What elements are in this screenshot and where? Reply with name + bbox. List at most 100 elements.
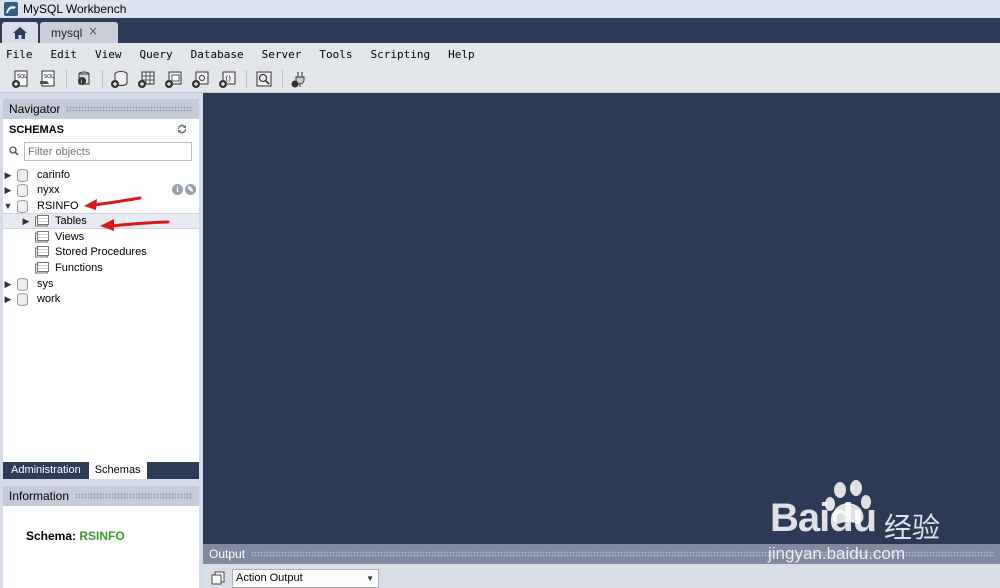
menu-view[interactable]: View bbox=[95, 48, 122, 61]
create-table-icon bbox=[138, 71, 155, 88]
navigator-tab-bar: Administration Schemas bbox=[3, 462, 199, 479]
tree-item-label: work bbox=[37, 293, 61, 305]
window-title: MySQL Workbench bbox=[23, 2, 127, 16]
close-tab-icon[interactable]: × bbox=[88, 24, 98, 38]
info-icon[interactable]: i bbox=[172, 184, 183, 195]
menu-scripting[interactable]: Scripting bbox=[370, 48, 430, 61]
menu-edit[interactable]: Edit bbox=[51, 48, 78, 61]
header-grip bbox=[66, 106, 193, 112]
create-schema-button[interactable] bbox=[109, 68, 131, 90]
database-icon bbox=[17, 199, 28, 213]
search-icon bbox=[9, 146, 19, 156]
tab-administration[interactable]: Administration bbox=[3, 462, 89, 479]
tree-item-functions[interactable]: Functions bbox=[3, 260, 199, 276]
inspector-button[interactable]: i bbox=[73, 68, 95, 90]
expand-arrow-icon[interactable]: ▶ bbox=[3, 279, 13, 290]
create-view-button[interactable] bbox=[163, 68, 185, 90]
output-title: Output bbox=[209, 547, 246, 561]
tree-item-label: Tables bbox=[55, 215, 87, 227]
information-panel: Information Schema: RSINFO bbox=[3, 486, 199, 588]
database-icon bbox=[17, 277, 28, 291]
search-table-data-button[interactable] bbox=[253, 68, 275, 90]
reconnect-button[interactable] bbox=[289, 68, 311, 90]
refresh-icon[interactable] bbox=[176, 123, 188, 135]
output-type-select[interactable]: Action Output ▼ bbox=[232, 569, 379, 588]
create-schema-icon bbox=[111, 70, 128, 88]
tab-strip: mysql × bbox=[0, 18, 1000, 43]
open-sql-script-button[interactable]: SQL bbox=[37, 68, 59, 90]
collapse-arrow-icon[interactable]: ▼ bbox=[3, 201, 13, 211]
tree-item-label: Stored Procedures bbox=[55, 246, 147, 258]
watermark-brand: Baidu bbox=[770, 496, 877, 540]
tree-item-label: carinfo bbox=[37, 169, 71, 181]
svg-text:SQL: SQL bbox=[44, 74, 54, 80]
tab-schemas[interactable]: Schemas bbox=[88, 462, 147, 479]
menu-bar: File Edit View Query Database Server Too… bbox=[0, 43, 1000, 65]
menu-query[interactable]: Query bbox=[140, 48, 173, 61]
filter-objects-input[interactable] bbox=[24, 142, 192, 161]
tab-mysql-connection[interactable]: mysql × bbox=[40, 22, 118, 43]
toolbar: SQL SQL i () bbox=[0, 65, 1000, 93]
create-table-button[interactable] bbox=[136, 68, 158, 90]
create-procedure-icon bbox=[192, 71, 209, 88]
tree-item-work[interactable]: ▶ work bbox=[3, 291, 199, 307]
tree-item-label: Views bbox=[55, 231, 85, 243]
functions-folder-icon bbox=[35, 262, 49, 274]
expand-arrow-icon[interactable]: ▶ bbox=[3, 294, 13, 305]
annotation-arrow-rsinfo bbox=[84, 196, 142, 210]
svg-text:SQL: SQL bbox=[17, 74, 27, 80]
tree-item-label: nyxx bbox=[37, 184, 60, 196]
home-icon bbox=[13, 26, 27, 39]
mysql-workbench-logo-icon bbox=[4, 2, 18, 16]
header-grip bbox=[75, 493, 193, 499]
tree-item-stored-procedures[interactable]: Stored Procedures bbox=[3, 244, 199, 260]
tree-item-carinfo[interactable]: ▶ carinfo bbox=[3, 167, 199, 183]
new-sql-tab-icon: SQL bbox=[12, 70, 28, 88]
row-actions: i ✎ bbox=[172, 184, 198, 195]
schemas-heading: SCHEMAS bbox=[9, 124, 65, 136]
toolbar-separator bbox=[66, 69, 67, 88]
edit-icon[interactable]: ✎ bbox=[185, 184, 196, 195]
database-icon bbox=[17, 168, 28, 182]
navigator-header: Navigator bbox=[3, 99, 199, 119]
reconnect-icon bbox=[291, 71, 305, 87]
search-table-data-icon bbox=[256, 71, 272, 86]
tree-item-sys[interactable]: ▶ sys bbox=[3, 276, 199, 292]
chevron-down-icon: ▼ bbox=[366, 574, 374, 583]
information-header: Information bbox=[3, 486, 199, 506]
home-tab[interactable] bbox=[2, 22, 38, 43]
watermark-jingyan: 经验 bbox=[884, 511, 941, 544]
toolbar-separator bbox=[246, 69, 247, 88]
database-icon bbox=[17, 292, 28, 306]
expand-arrow-icon[interactable]: ▶ bbox=[3, 170, 13, 181]
expand-arrow-icon[interactable]: ▶ bbox=[21, 216, 31, 227]
title-bar: MySQL Workbench bbox=[0, 0, 1000, 18]
copy-icon[interactable] bbox=[211, 571, 225, 585]
open-sql-script-icon: SQL bbox=[40, 70, 55, 86]
tables-folder-icon bbox=[35, 215, 49, 227]
menu-help[interactable]: Help bbox=[448, 48, 475, 61]
watermark-url: jingyan.baidu.com bbox=[768, 544, 906, 563]
menu-database[interactable]: Database bbox=[191, 48, 244, 61]
output-type-value: Action Output bbox=[236, 572, 303, 584]
expand-arrow-icon[interactable]: ▶ bbox=[3, 185, 13, 196]
create-function-icon: () bbox=[219, 71, 236, 88]
annotation-arrow-tables bbox=[100, 219, 170, 231]
menu-server[interactable]: Server bbox=[262, 48, 302, 61]
navigator-title: Navigator bbox=[9, 102, 61, 116]
toolbar-separator bbox=[102, 69, 103, 88]
tab-label: mysql bbox=[51, 25, 83, 40]
create-procedure-button[interactable] bbox=[190, 68, 212, 90]
toolbar-separator bbox=[282, 69, 283, 88]
tree-item-label: sys bbox=[37, 278, 54, 290]
create-function-button[interactable]: () bbox=[217, 68, 239, 90]
schema-info-label: Schema: bbox=[26, 529, 77, 543]
tree-item-label: RSINFO bbox=[37, 200, 79, 212]
svg-text:(): () bbox=[226, 75, 232, 83]
editor-area[interactable] bbox=[203, 93, 1000, 544]
menu-tools[interactable]: Tools bbox=[319, 48, 352, 61]
menu-file[interactable]: File bbox=[6, 48, 33, 61]
database-icon bbox=[17, 183, 28, 197]
new-sql-tab-button[interactable]: SQL bbox=[10, 68, 32, 90]
schema-info: Schema: RSINFO bbox=[26, 529, 125, 543]
